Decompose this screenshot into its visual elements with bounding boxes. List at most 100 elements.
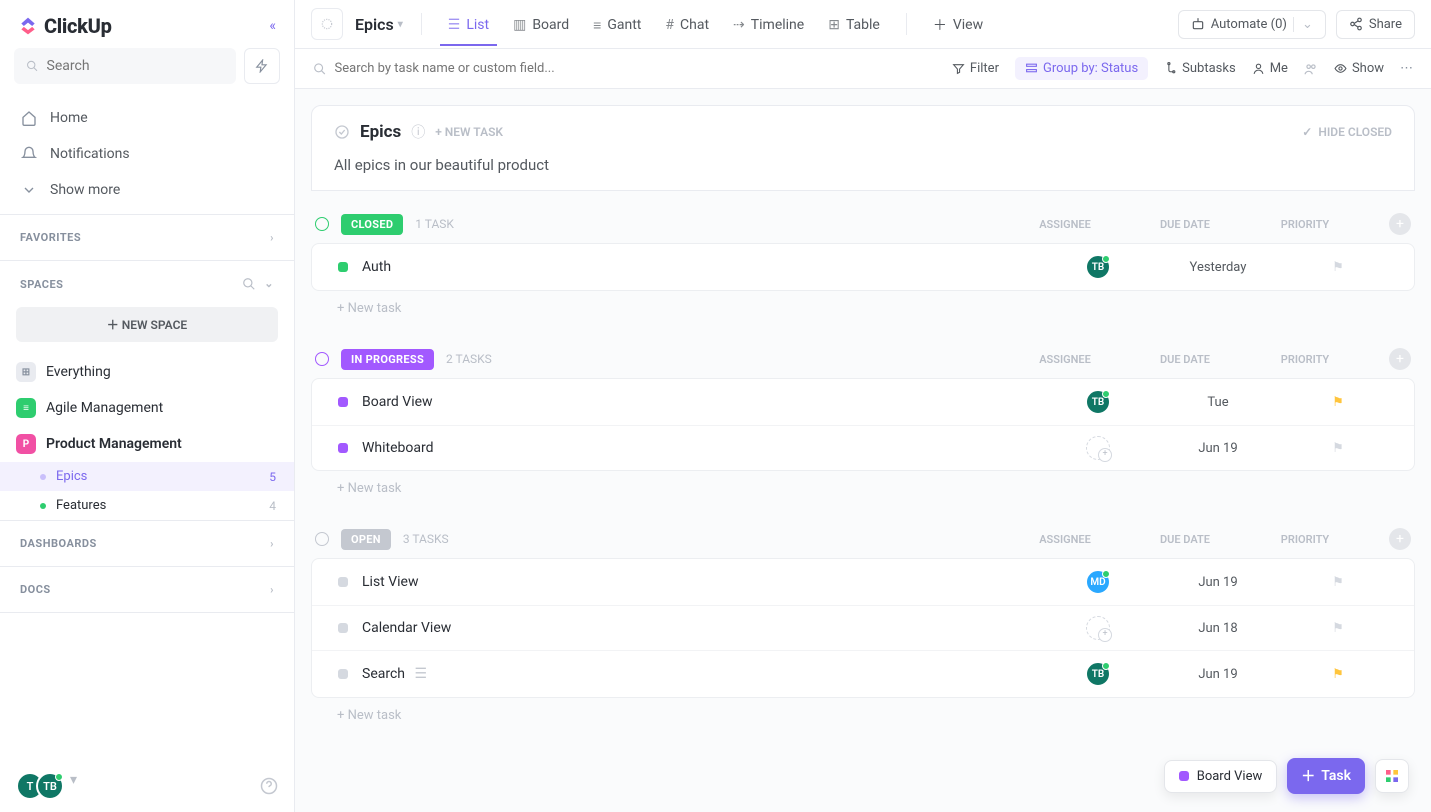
avatar[interactable]: TB: [1085, 389, 1111, 415]
priority-cell[interactable]: ⚑: [1278, 621, 1398, 636]
show-button[interactable]: Show: [1334, 61, 1384, 76]
nav-show-more[interactable]: Show more: [0, 172, 294, 208]
task-name[interactable]: Auth: [362, 259, 1038, 275]
task-name[interactable]: Whiteboard: [362, 440, 1038, 456]
col-due[interactable]: DUE DATE: [1125, 353, 1245, 366]
priority-cell[interactable]: ⚑: [1278, 667, 1398, 682]
col-due[interactable]: DUE DATE: [1125, 218, 1245, 231]
sidebar-search-input[interactable]: [47, 58, 224, 74]
folder-epics[interactable]: Epics 5: [0, 462, 294, 491]
flag-icon[interactable]: ⚑: [1332, 575, 1344, 590]
due-date-cell[interactable]: Tue: [1158, 395, 1278, 410]
assignee-cell[interactable]: MD: [1038, 569, 1158, 595]
ai-button[interactable]: [244, 48, 280, 84]
view-tab-gantt[interactable]: ≡Gantt: [585, 3, 649, 46]
col-priority[interactable]: PRIORITY: [1245, 218, 1365, 231]
assignee-cell[interactable]: TB: [1038, 254, 1158, 280]
assignees-button[interactable]: [1304, 62, 1318, 76]
flag-icon[interactable]: ⚑: [1332, 621, 1344, 636]
avatar[interactable]: TB: [1085, 254, 1111, 280]
status-square-icon[interactable]: [338, 443, 348, 453]
filter-button[interactable]: Filter: [952, 61, 999, 76]
view-tab-list[interactable]: ☰List: [440, 3, 497, 46]
view-tab-board[interactable]: ▥Board: [505, 3, 577, 45]
flag-icon[interactable]: ⚑: [1332, 441, 1344, 456]
favorites-header[interactable]: FAVORITES ›: [0, 215, 294, 260]
assignee-cell[interactable]: [1038, 616, 1158, 640]
automate-button[interactable]: Automate (0)⌄: [1178, 10, 1326, 39]
task-row[interactable]: List View MD Jun 19 ⚑: [312, 559, 1414, 606]
info-icon[interactable]: ⓘ: [411, 122, 425, 142]
status-circle-icon[interactable]: [334, 124, 350, 140]
avatar[interactable]: MD: [1085, 569, 1111, 595]
logo[interactable]: ClickUp: [18, 14, 112, 38]
task-row[interactable]: Auth TB Yesterday ⚑: [312, 244, 1414, 290]
due-date-cell[interactable]: Jun 19: [1158, 667, 1278, 682]
dashboards-header[interactable]: DASHBOARDS›: [0, 521, 294, 566]
more-icon[interactable]: ⋯: [1400, 61, 1413, 76]
subtasks-button[interactable]: Subtasks: [1164, 61, 1236, 76]
new-task-button[interactable]: + NEW TASK: [435, 125, 503, 139]
breadcrumb-title[interactable]: Epics▾: [355, 15, 403, 34]
due-date-cell[interactable]: Jun 19: [1158, 441, 1278, 456]
search-icon[interactable]: [242, 277, 256, 291]
assignee-cell[interactable]: TB: [1038, 661, 1158, 687]
collapse-icon[interactable]: [315, 532, 329, 546]
status-square-icon[interactable]: [338, 262, 348, 272]
due-date-cell[interactable]: Jun 19: [1158, 575, 1278, 590]
assignee-cell[interactable]: TB: [1038, 389, 1158, 415]
sidebar-search[interactable]: [14, 48, 236, 84]
flag-icon[interactable]: ⚑: [1332, 667, 1344, 682]
priority-cell[interactable]: ⚑: [1278, 575, 1398, 590]
task-row[interactable]: Calendar View Jun 18 ⚑: [312, 606, 1414, 651]
empty-assignee-icon[interactable]: [1086, 436, 1110, 460]
task-name[interactable]: Board View: [362, 394, 1038, 410]
new-task-row[interactable]: + New task: [311, 698, 1415, 733]
collapse-icon[interactable]: [315, 352, 329, 366]
status-square-icon[interactable]: [338, 397, 348, 407]
view-tab-table[interactable]: ⊞Table: [820, 3, 888, 45]
priority-cell[interactable]: ⚑: [1278, 395, 1398, 410]
group-by-button[interactable]: Group by: Status: [1015, 57, 1148, 80]
new-task-row[interactable]: + New task: [311, 291, 1415, 326]
collapse-sidebar-icon[interactable]: «: [269, 18, 276, 34]
list-icon[interactable]: [311, 8, 343, 40]
add-column-button[interactable]: +: [1389, 213, 1411, 235]
help-icon[interactable]: [260, 777, 278, 795]
priority-cell[interactable]: ⚑: [1278, 441, 1398, 456]
avatar[interactable]: TB: [1085, 661, 1111, 687]
apps-button[interactable]: [1375, 759, 1409, 793]
collapse-icon[interactable]: [315, 217, 329, 231]
new-task-button[interactable]: ＋ Task: [1287, 758, 1365, 794]
col-assignee[interactable]: ASSIGNEE: [1005, 533, 1125, 546]
task-name[interactable]: List View: [362, 574, 1038, 590]
assignee-cell[interactable]: [1038, 436, 1158, 460]
chevron-down-icon[interactable]: ⌄: [264, 277, 274, 291]
status-pill[interactable]: IN PROGRESS: [341, 349, 434, 370]
task-row[interactable]: Search ☰ TB Jun 19 ⚑: [312, 651, 1414, 697]
view-tab-timeline[interactable]: ⇢Timeline: [725, 3, 812, 45]
docs-header[interactable]: DOCS›: [0, 567, 294, 612]
minimized-task-chip[interactable]: Board View: [1164, 760, 1278, 793]
task-name[interactable]: Search ☰: [362, 666, 1038, 682]
col-assignee[interactable]: ASSIGNEE: [1005, 353, 1125, 366]
empty-assignee-icon[interactable]: [1086, 616, 1110, 640]
flag-icon[interactable]: ⚑: [1332, 395, 1344, 410]
spaces-header[interactable]: SPACES ⌄: [0, 261, 294, 307]
flag-icon[interactable]: ⚑: [1332, 260, 1344, 275]
due-date-cell[interactable]: Yesterday: [1158, 260, 1278, 275]
folder-features[interactable]: Features 4: [0, 491, 294, 520]
task-name[interactable]: Calendar View: [362, 620, 1038, 636]
space-agile[interactable]: ≡Agile Management: [0, 390, 294, 426]
view-tab-chat[interactable]: #Chat: [657, 3, 717, 45]
add-view-button[interactable]: ＋View: [925, 1, 991, 47]
task-search[interactable]: [313, 61, 936, 76]
hide-closed-button[interactable]: ✓ HIDE CLOSED: [1302, 125, 1392, 139]
new-task-row[interactable]: + New task: [311, 471, 1415, 506]
status-pill[interactable]: OPEN: [341, 529, 391, 550]
space-everything[interactable]: ⊞Everything: [0, 354, 294, 390]
task-search-input[interactable]: [335, 61, 936, 76]
status-pill[interactable]: CLOSED: [341, 214, 403, 235]
status-square-icon[interactable]: [338, 623, 348, 633]
space-product[interactable]: PProduct Management: [0, 426, 294, 462]
